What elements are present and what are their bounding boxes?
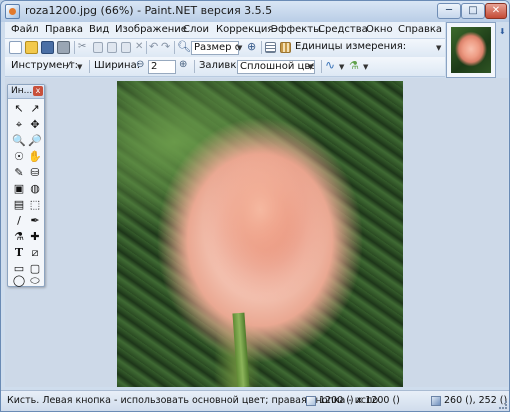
copy-icon[interactable] (93, 42, 103, 53)
paintbrush-icon[interactable]: ▣ (12, 182, 26, 196)
menu-bar: Файл Правка Вид Изображение Слои Коррекц… (5, 22, 445, 39)
tool-options-bar: Инструмент: ⁄ ▼ Ширина: ⊖ 2 ⊕ Заливка: С… (5, 57, 445, 77)
color-picker-icon[interactable]: ✒ (28, 214, 42, 228)
antialias-icon[interactable]: ∿ (325, 58, 335, 72)
zoom-combo[interactable]: Размер ог (191, 41, 239, 55)
menu-view[interactable]: Вид (89, 24, 109, 35)
new-image-icon[interactable] (9, 41, 22, 54)
menu-edit[interactable]: Правка (45, 24, 83, 35)
menu-layers[interactable]: Слои (183, 24, 209, 35)
width-increase-icon[interactable]: ⊕ (179, 59, 187, 70)
print-icon[interactable] (57, 41, 70, 54)
image-size: 1200 () x 1200 () (319, 395, 400, 406)
close-button[interactable]: ✕ (485, 3, 507, 19)
menu-help[interactable]: Справка (398, 24, 442, 35)
lasso-select-icon[interactable]: ⌖ (12, 118, 26, 132)
eraser-icon[interactable]: ◍ (28, 182, 42, 196)
rectangle-select-icon[interactable]: ↖ (12, 102, 26, 116)
tool-dropdown-icon[interactable]: ▼ (77, 63, 82, 71)
rose-stem (232, 312, 250, 387)
tools-window: Ин... x ↖ ↗ ⌖ ✥ 🔍 🔎 ☉ ✋ ✎ ⛁ ▣ ◍ ▤ ⬚ / ✒ … (7, 84, 45, 287)
blend-dropdown-icon[interactable]: ▼ (363, 63, 368, 71)
zoom-icon: 🔍︎ (177, 40, 191, 53)
cursor-position-icon (431, 396, 441, 406)
freeform-shape-icon[interactable]: ⬭ (28, 274, 42, 288)
grid-icon[interactable] (265, 42, 276, 53)
ellipse-icon[interactable]: ◯ (12, 274, 26, 288)
cut-icon[interactable]: ✂ (78, 41, 86, 52)
menu-tools[interactable]: Средства (318, 24, 368, 35)
text-tool-icon[interactable]: T (12, 246, 26, 260)
image-thumbnail[interactable] (451, 27, 491, 73)
tools-close-button[interactable]: x (33, 86, 43, 96)
pan-tool-icon[interactable]: ✋ (28, 150, 42, 164)
menu-effects[interactable]: Эффекты (271, 24, 321, 35)
ellipse-select-icon[interactable]: 🔍 (12, 134, 26, 148)
rose-image[interactable] (117, 81, 403, 387)
main-toolbar: ✂ ✕ ↶ ↷ 🔍︎ Размер ог ▼ ⊕ Единицы измерен… (5, 39, 445, 57)
crop-icon[interactable] (121, 42, 131, 53)
menu-window[interactable]: Окно (366, 24, 393, 35)
fill-combo[interactable]: Сплошной цвет (237, 60, 315, 74)
maximize-button[interactable]: □ (461, 3, 485, 19)
fill-dropdown-icon[interactable]: ▼ (308, 63, 313, 71)
units-label: Единицы измерения: (295, 41, 407, 52)
paint-bucket-icon[interactable]: ✎ (12, 166, 26, 180)
menu-image[interactable]: Изображение (115, 24, 187, 35)
image-size-icon (306, 396, 316, 406)
status-bar: Кисть. Левая кнопка - использовать основ… (1, 390, 509, 411)
blend-mode-icon[interactable]: ⚗ (349, 59, 359, 72)
panel-scroll-icon[interactable]: ⬇ (499, 27, 508, 39)
save-icon[interactable] (41, 41, 54, 54)
menu-file[interactable]: Файл (11, 24, 39, 35)
ruler-icon[interactable] (280, 42, 291, 53)
pencil-icon[interactable]: ▤ (12, 198, 26, 212)
paint-net-icon (5, 4, 20, 19)
undo-icon[interactable]: ↶ (149, 40, 158, 53)
resize-grip[interactable] (499, 401, 507, 409)
menu-adjustments[interactable]: Коррекция (216, 24, 273, 35)
move-selected-icon[interactable]: ↗ (28, 102, 42, 116)
clone-stamp-icon[interactable]: ⬚ (28, 198, 42, 212)
cursor-position: 260 (), 252 () (444, 395, 508, 406)
line-curve-icon[interactable]: ⧄ (28, 246, 42, 260)
move-selection-icon[interactable]: ✥ (28, 118, 42, 132)
width-decrease-icon[interactable]: ⊖ (136, 59, 144, 70)
width-label: Ширина: (94, 60, 141, 71)
image-thumbnail-panel[interactable] (446, 22, 496, 78)
recolor-icon[interactable]: ⚗ (12, 230, 26, 244)
window-title: roza1200.jpg (66%) - Paint.NET версия 3.… (25, 4, 273, 17)
zoom-dropdown-icon[interactable]: ▼ (237, 44, 242, 52)
open-icon[interactable] (25, 41, 38, 54)
deselect-icon[interactable]: ✕ (135, 41, 143, 52)
gradient-icon[interactable]: ⛁ (28, 166, 42, 180)
app-window: roza1200.jpg (66%) - Paint.NET версия 3.… (0, 0, 510, 412)
redo-icon[interactable]: ↷ (161, 40, 170, 53)
tools-header[interactable]: Ин... x (8, 85, 44, 99)
antialias-dropdown-icon[interactable]: ▼ (339, 63, 344, 71)
minimize-button[interactable]: ─ (437, 3, 461, 19)
shape-tool-icon[interactable]: ✚ (28, 230, 42, 244)
magic-wand-icon[interactable]: ☉ (12, 150, 26, 164)
line-tool-icon[interactable]: / (12, 214, 26, 228)
width-input[interactable]: 2 (148, 60, 176, 74)
tools-title: Ин... (11, 86, 33, 96)
paste-icon[interactable] (107, 42, 117, 53)
zoom-in-icon[interactable]: ⊕ (247, 40, 256, 53)
zoom-tool-icon[interactable]: 🔎 (28, 134, 42, 148)
units-dropdown-icon[interactable]: ▼ (436, 44, 441, 52)
title-bar: roza1200.jpg (66%) - Paint.NET версия 3.… (1, 1, 509, 22)
brush-icon[interactable]: ⁄ (68, 59, 70, 72)
